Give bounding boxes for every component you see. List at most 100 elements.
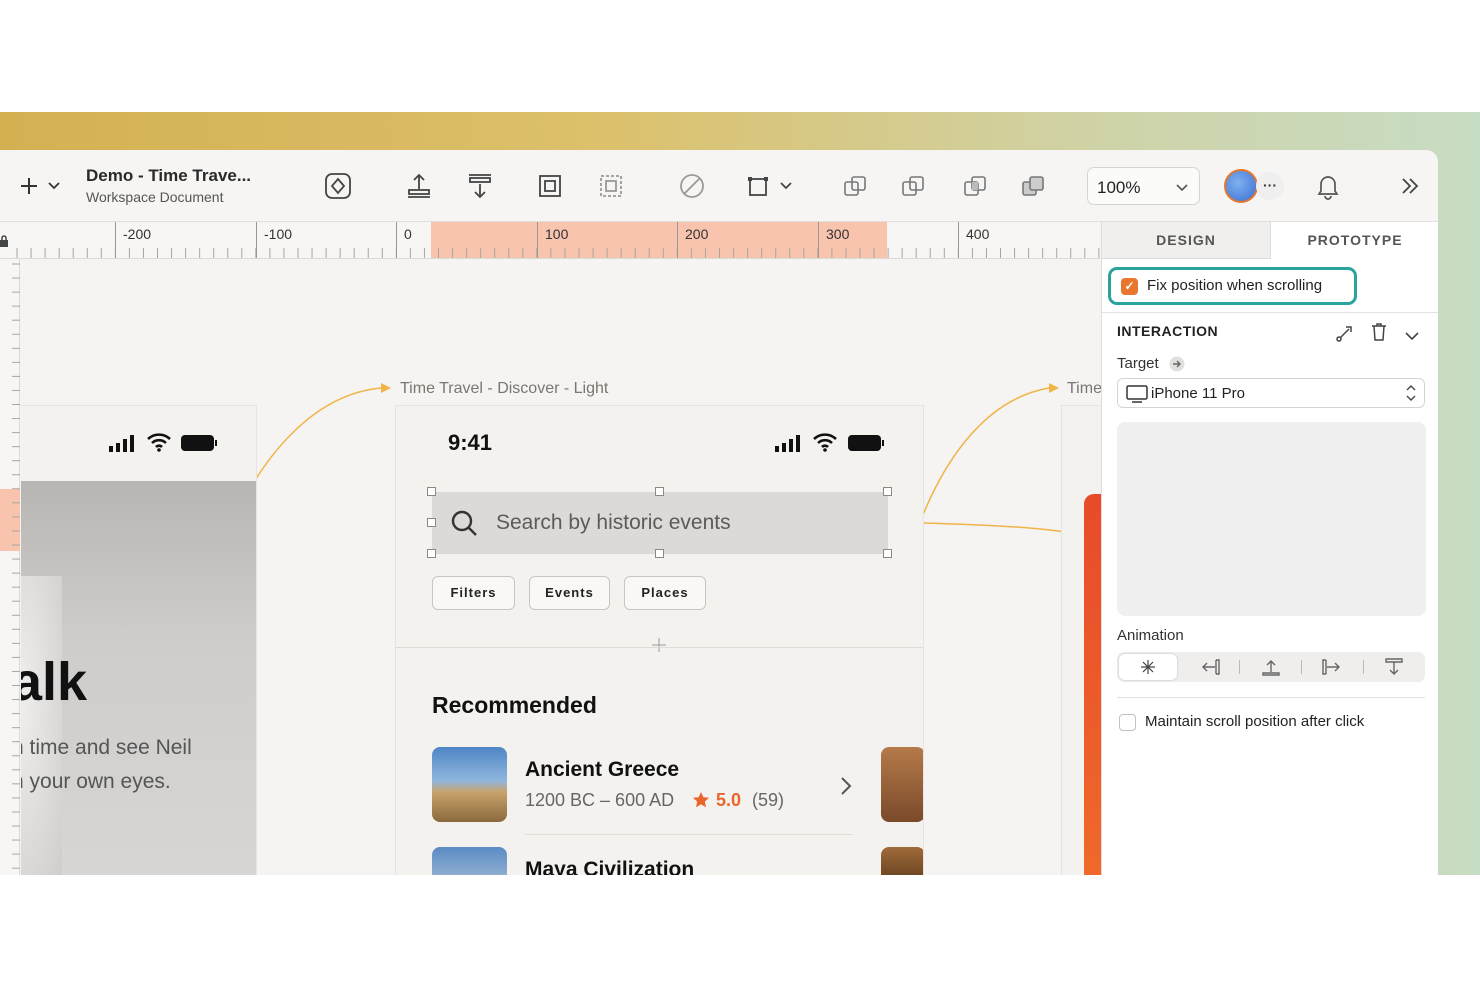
onboarding-body-line-2: h your own eyes. xyxy=(21,770,171,793)
selection-handle[interactable] xyxy=(655,549,664,558)
maintain-scroll-label: Maintain scroll position after click xyxy=(1145,713,1365,730)
chevron-down-icon[interactable] xyxy=(1405,328,1419,346)
ungroup-icon[interactable] xyxy=(596,171,626,201)
align-top-icon[interactable] xyxy=(465,171,495,201)
trash-icon[interactable] xyxy=(1370,322,1388,347)
up-down-chevron-icon xyxy=(1406,384,1416,407)
inspector-panel: DESIGN PROTOTYPE ✓ Fix position when scr… xyxy=(1101,222,1438,875)
tab-prototype[interactable]: PROTOTYPE xyxy=(1271,222,1438,259)
item-title[interactable]: Maya Civilization xyxy=(525,858,694,875)
separator xyxy=(1363,660,1364,674)
battery-icon xyxy=(847,434,885,457)
interaction-header: INTERACTION xyxy=(1117,323,1219,339)
arrow-right-circle-icon[interactable] xyxy=(1169,356,1185,377)
document-subtitle: Workspace Document xyxy=(86,189,224,205)
status-time: 9:41 xyxy=(448,430,493,455)
mask-icon[interactable] xyxy=(677,171,707,201)
separator xyxy=(1301,660,1302,674)
screenshot-stage: Demo - Time Trave... Workspace Document xyxy=(0,0,1480,987)
item-rating-count: (59) xyxy=(752,790,785,810)
maya-civilization-thumbnail[interactable] xyxy=(432,847,507,875)
wifi-icon xyxy=(812,432,838,457)
lock-icon[interactable] xyxy=(0,234,8,252)
animation-slide-up-button[interactable] xyxy=(1242,654,1300,680)
device-icon xyxy=(1126,385,1148,408)
astronaut-image xyxy=(21,576,62,875)
onboarding-body-line-1: n time and see Neil xyxy=(21,736,192,759)
next-frame-card xyxy=(1084,494,1101,875)
ruler-label: -200 xyxy=(123,226,152,242)
animation-slide-down-button[interactable] xyxy=(1365,654,1423,680)
selection-handle[interactable] xyxy=(883,549,892,558)
resize-icon[interactable] xyxy=(745,171,775,201)
frame-label-right[interactable]: Time xyxy=(1067,380,1101,398)
chevron-right-icon[interactable] xyxy=(840,776,852,801)
subtract-icon[interactable] xyxy=(898,171,928,201)
selection-handle[interactable] xyxy=(427,518,436,527)
bell-icon[interactable] xyxy=(1313,171,1343,201)
toolbar: Demo - Time Trave... Workspace Document xyxy=(0,150,1438,222)
next-frame[interactable] xyxy=(1061,405,1101,875)
plus-icon[interactable] xyxy=(14,171,44,201)
selection-handle[interactable] xyxy=(655,487,664,496)
fix-position-checkbox[interactable]: ✓ xyxy=(1121,278,1138,295)
symbol-icon[interactable] xyxy=(323,171,353,201)
chip-places[interactable]: Places xyxy=(624,576,706,610)
chevron-down-icon[interactable] xyxy=(776,171,796,201)
ruler-label: -100 xyxy=(264,226,293,242)
animation-slide-left-button[interactable] xyxy=(1181,654,1239,680)
animation-segmented-control xyxy=(1117,652,1425,682)
item-title[interactable]: Ancient Greece xyxy=(525,758,679,782)
app-window: Demo - Time Trave... Workspace Document xyxy=(0,150,1438,875)
ruler-major-tick xyxy=(958,222,959,258)
vertical-ruler xyxy=(0,259,20,875)
chip-events[interactable]: Events xyxy=(529,576,610,610)
intersect-icon[interactable] xyxy=(960,171,990,201)
tab-design[interactable]: DESIGN xyxy=(1102,222,1271,259)
selection-handle[interactable] xyxy=(427,549,436,558)
onboarding-frame[interactable]: alk n time and see Neil h your own eyes. xyxy=(21,405,257,875)
user-avatar[interactable] xyxy=(1224,169,1258,203)
side-thumbnail xyxy=(881,847,923,875)
search-bar[interactable]: Search by historic events xyxy=(432,492,888,554)
chip-filters[interactable]: Filters xyxy=(432,576,515,610)
link-icon[interactable] xyxy=(1335,323,1355,348)
side-thumbnail xyxy=(881,747,923,822)
ruler-major-tick xyxy=(677,222,678,258)
difference-icon[interactable] xyxy=(1018,171,1048,201)
animation-slide-right-button[interactable] xyxy=(1303,654,1361,680)
ruler-label: 400 xyxy=(966,226,990,242)
ruler-label: 300 xyxy=(826,226,850,242)
group-icon[interactable] xyxy=(535,171,565,201)
document-title[interactable]: Demo - Time Trave... xyxy=(86,166,251,186)
maintain-scroll-checkbox[interactable] xyxy=(1119,714,1136,731)
union-icon[interactable] xyxy=(840,171,870,201)
separator xyxy=(1239,660,1240,674)
fix-position-option[interactable]: ✓ Fix position when scrolling xyxy=(1108,267,1357,305)
more-collaborators-icon[interactable]: ··· xyxy=(1256,172,1284,200)
section-divider xyxy=(396,647,923,648)
align-bottom-icon[interactable] xyxy=(404,171,434,201)
panel-divider xyxy=(1102,312,1438,313)
design-canvas[interactable]: alk n time and see Neil h your own eyes.… xyxy=(21,260,1101,875)
panel-divider xyxy=(1117,697,1425,698)
chevron-down-icon[interactable] xyxy=(44,171,64,201)
ancient-greece-thumbnail[interactable] xyxy=(432,747,507,822)
expand-panel-icon[interactable] xyxy=(1395,171,1425,201)
frame-label[interactable]: Time Travel - Discover - Light xyxy=(400,380,608,398)
ruler-major-tick xyxy=(818,222,819,258)
selection-handle[interactable] xyxy=(883,487,892,496)
animation-instant-button[interactable] xyxy=(1119,654,1177,680)
ruler-major-tick xyxy=(115,222,116,258)
item-divider xyxy=(525,834,853,835)
selection-handle[interactable] xyxy=(427,487,436,496)
target-select[interactable]: iPhone 11 Pro xyxy=(1117,378,1425,408)
target-value: iPhone 11 Pro xyxy=(1151,385,1245,402)
item-rating: 5.0 xyxy=(716,790,742,810)
item-period: 1200 BC – 600 AD xyxy=(525,790,675,810)
cellular-signal-icon xyxy=(774,434,804,457)
animation-preview xyxy=(1117,422,1426,616)
zoom-select[interactable]: 100% xyxy=(1087,167,1200,205)
discover-frame[interactable]: 9:41 Search by historic events Filters E… xyxy=(395,405,924,875)
ruler-label: 100 xyxy=(545,226,569,242)
